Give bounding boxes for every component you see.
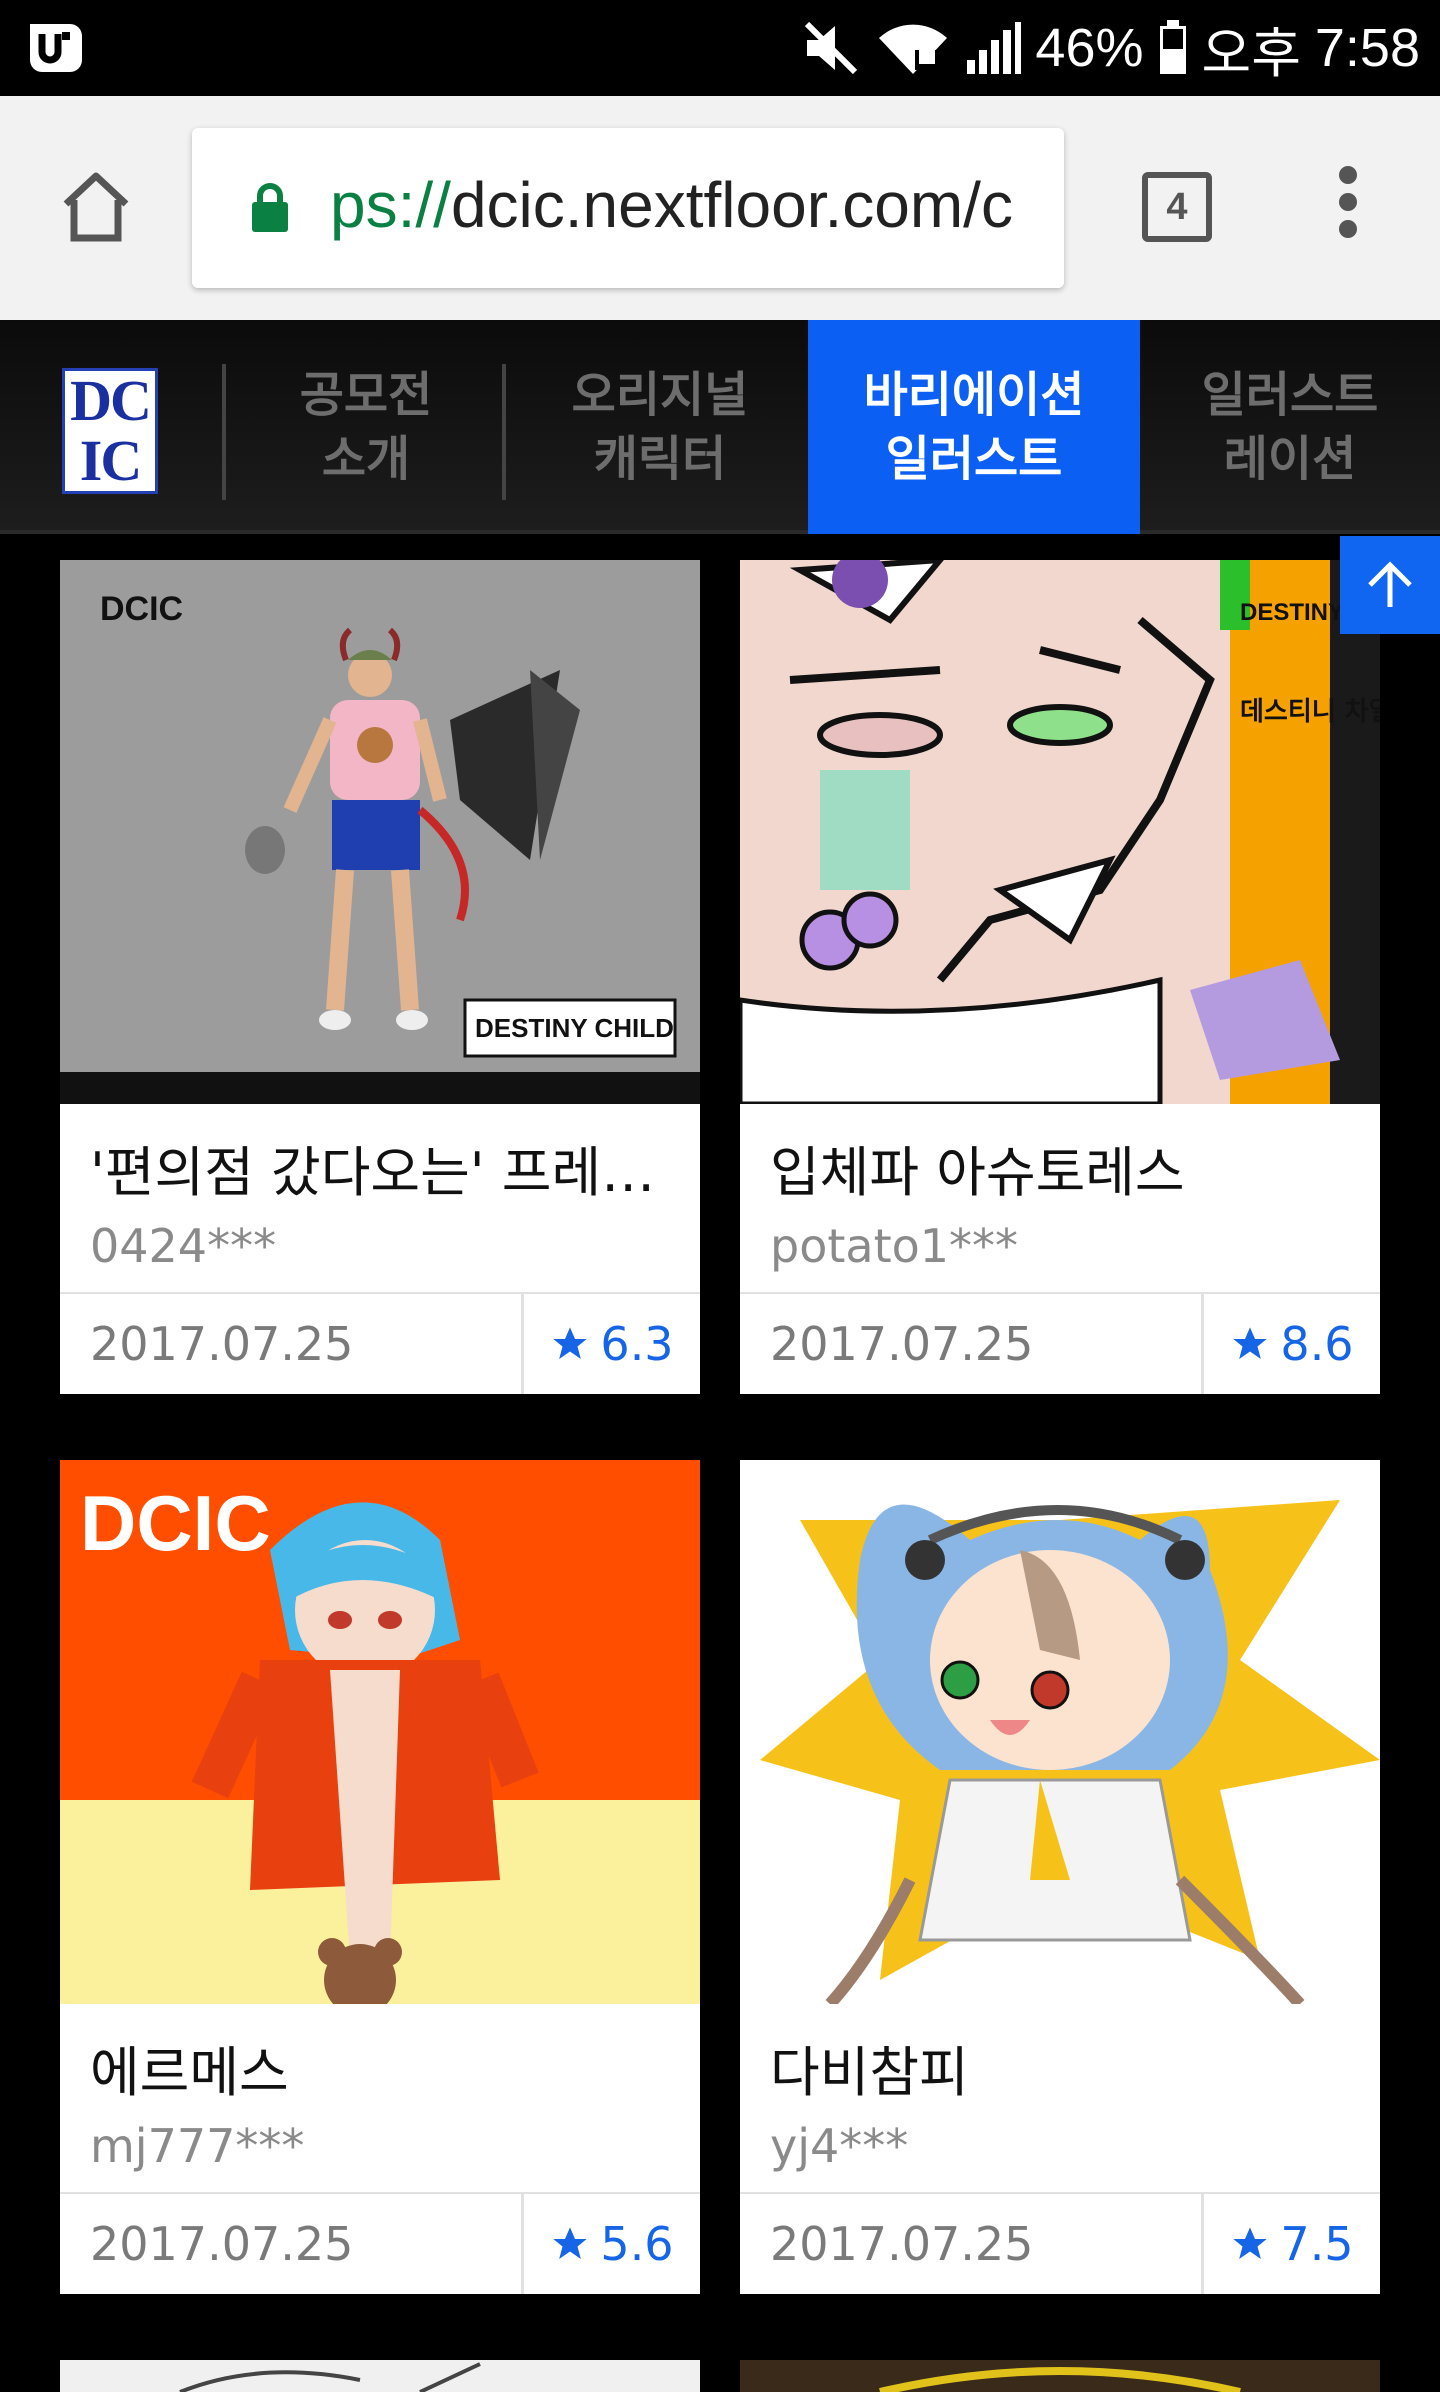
site-navigation: DC IC 공모전 소개 오리지널 캐릭터 바리에이션 일러스트 일러스트 레이…	[0, 320, 1440, 534]
artwork-blue-hair-girl: DCIC	[60, 1460, 700, 2004]
url-fade	[1014, 128, 1064, 288]
tab-switcher-button[interactable]: 4	[1142, 172, 1212, 242]
card-info: 입체파 아슈토레스 potato1***	[740, 1104, 1380, 1294]
wifi-icon	[879, 24, 948, 74]
rating-value: 7.5	[1280, 2217, 1354, 2271]
star-icon	[553, 2227, 588, 2259]
battery-percent: 46%	[1035, 18, 1144, 78]
svg-text:DCIC: DCIC	[100, 590, 183, 628]
card-title[interactable]: '편의점 갔다오는' 프레이 …	[90, 1104, 682, 1207]
card-date: 2017.07.25	[740, 1294, 1204, 1394]
nav-divider	[502, 364, 506, 500]
gallery-card[interactable]: 다비참피 yj4*** 2017.07.25 7.5	[740, 1460, 1380, 2294]
artwork-thumbnail[interactable]	[740, 1460, 1380, 2004]
card-author: yj4***	[770, 2119, 909, 2173]
url-host: dcic.nextfloor.com/c	[450, 169, 1013, 241]
artwork-winged-character: DCIC DESTINY CHILD	[60, 560, 700, 1104]
card-rating: 6.3	[524, 1294, 700, 1394]
card-rating: 7.5	[1204, 2194, 1380, 2294]
card-title[interactable]: 다비참피	[770, 2004, 1362, 2107]
card-date: 2017.07.25	[740, 2194, 1204, 2294]
card-info: 에르메스 mj777***	[60, 2004, 700, 2194]
artwork-thumbnail[interactable]: DCIC DESTINY CHILD	[60, 560, 700, 1104]
card-meta: 2017.07.25 8.6	[740, 1294, 1380, 1394]
gallery-card[interactable]: DESTINY CHILD 데스티니 차일드 입체파 아슈토레스 potato1…	[740, 560, 1380, 1394]
card-info: '편의점 갔다오는' 프레이 … 0424***	[60, 1104, 700, 1294]
gallery-card[interactable]: DCIC 에르메스 mj777*** 2017.07.25 5.6	[60, 1460, 700, 2294]
signal-icon	[967, 22, 1022, 74]
carrier-u-icon	[30, 24, 82, 72]
url-text[interactable]: ps://dcic.nextfloor.com/c	[330, 168, 1013, 242]
artwork-cubist-portrait: DESTINY CHILD 데스티니 차일드	[740, 560, 1380, 1104]
scroll-to-top-button[interactable]	[1340, 536, 1440, 634]
rating-value: 6.3	[600, 1317, 674, 1371]
mute-icon	[805, 21, 858, 75]
card-rating: 5.6	[524, 2194, 700, 2294]
artwork-hooded-mascot	[740, 1460, 1380, 2004]
lock-icon	[252, 183, 288, 232]
home-icon[interactable]	[56, 166, 136, 246]
url-scheme: ps://	[330, 169, 451, 241]
gallery-card-partial[interactable]	[60, 2360, 700, 2392]
gallery-card-partial[interactable]	[740, 2360, 1380, 2392]
gallery-card[interactable]: DCIC DESTINY CHILD '편의점 갔다오는' 프레이 … 0424…	[60, 560, 700, 1394]
star-icon	[1233, 2227, 1268, 2259]
clock-time: 7:58	[1314, 18, 1420, 78]
nav-tab-illustration[interactable]: 일러스트 레이션	[1140, 320, 1440, 534]
card-rating: 8.6	[1204, 1294, 1380, 1394]
rating-value: 8.6	[1280, 1317, 1354, 1371]
star-icon	[553, 1327, 588, 1359]
status-bar: 46% 오후 7:58	[0, 0, 1440, 96]
card-meta: 2017.07.25 6.3	[60, 1294, 700, 1394]
card-date: 2017.07.25	[60, 1294, 524, 1394]
card-title[interactable]: 입체파 아슈토레스	[770, 1104, 1362, 1207]
nav-divider	[222, 364, 226, 500]
card-meta: 2017.07.25 7.5	[740, 2194, 1380, 2294]
card-info: 다비참피 yj4***	[740, 2004, 1380, 2194]
card-date: 2017.07.25	[60, 2194, 524, 2294]
overflow-menu-icon[interactable]	[1330, 166, 1366, 246]
card-title[interactable]: 에르메스	[90, 2004, 682, 2107]
card-author: potato1***	[770, 1219, 1019, 1273]
clock-period: 오후	[1201, 23, 1301, 84]
svg-text:DESTINY CHILD: DESTINY CHILD	[475, 1013, 674, 1043]
card-author: mj777***	[90, 2119, 305, 2173]
nav-tab-contest-intro[interactable]: 공모전 소개	[242, 320, 490, 534]
address-bar[interactable]: ps://dcic.nextfloor.com/c	[192, 128, 1064, 288]
artwork-thumbnail[interactable]: DESTINY CHILD 데스티니 차일드	[740, 560, 1380, 1104]
svg-text:데스티니 차일드: 데스티니 차일드	[1240, 697, 1380, 727]
svg-text:DCIC: DCIC	[80, 1479, 271, 1567]
artwork-thumbnail[interactable]: DCIC	[60, 1460, 700, 2004]
battery-icon	[1159, 20, 1186, 74]
dcic-logo[interactable]: DC IC	[62, 368, 158, 494]
card-meta: 2017.07.25 5.6	[60, 2194, 700, 2294]
star-icon	[1233, 1327, 1268, 1359]
arrow-up-icon	[1368, 561, 1412, 607]
nav-tab-original-character[interactable]: 오리지널 캐릭터	[510, 320, 810, 534]
nav-tab-variation-illustration[interactable]: 바리에이션 일러스트	[808, 320, 1140, 534]
browser-toolbar: ps://dcic.nextfloor.com/c 4	[0, 96, 1440, 320]
rating-value: 5.6	[600, 2217, 674, 2271]
card-author: 0424***	[90, 1219, 277, 1273]
